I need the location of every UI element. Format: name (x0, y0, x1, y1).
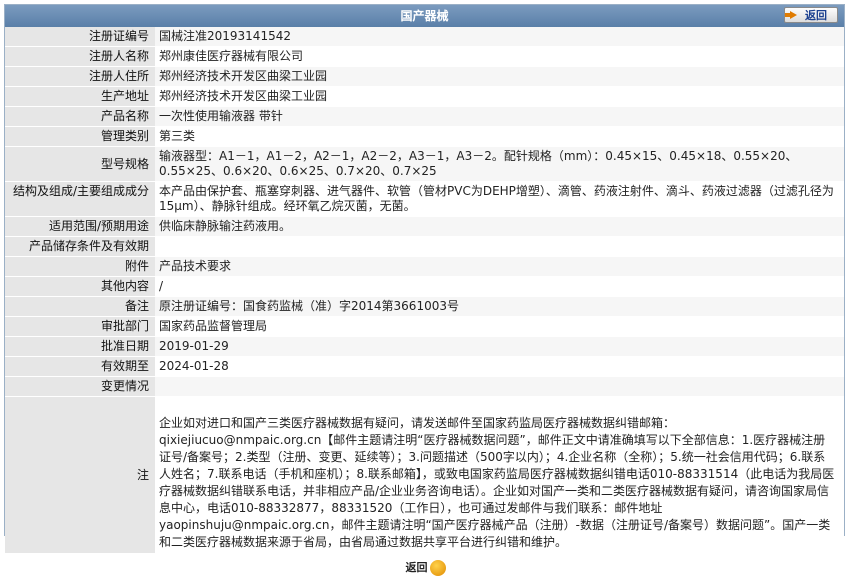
field-value: 本产品由保护套、瓶塞穿刺器、进气器件、软管（管材PVC为DEHP增塑）、滴管、药… (155, 181, 844, 217)
field-label: 附件 (5, 256, 155, 277)
field-value: 郑州经济技术开发区曲梁工业园 (155, 66, 844, 87)
field-value (155, 376, 844, 397)
field-value: 国家药品监督管理局 (155, 316, 844, 337)
back-circle-icon (429, 560, 446, 576)
field-value: 供临床静脉输注药液用。 (155, 216, 844, 237)
table-row: 注册人名称 郑州康佳医疗器械有限公司 (5, 46, 844, 67)
table-row: 批准日期 2019-01-29 (5, 336, 844, 357)
device-info-table: 注册证编号 国械注准20193141542 注册人名称 郑州康佳医疗器械有限公司 注… (5, 27, 844, 554)
table-row: 审批部门 国家药品监督管理局 (5, 316, 844, 337)
field-value: 2019-01-29 (155, 336, 844, 357)
field-label: 备注 (5, 296, 155, 317)
note-label: 注 (5, 396, 155, 554)
field-value: 第三类 (155, 126, 844, 147)
field-label: 生产地址 (5, 86, 155, 107)
back-button-label: 返回 (805, 9, 827, 22)
table-row: 生产地址 郑州经济技术开发区曲梁工业园 (5, 86, 844, 107)
field-label: 有效期至 (5, 356, 155, 377)
field-value: 郑州康佳医疗器械有限公司 (155, 46, 844, 67)
field-label: 变更情况 (5, 376, 155, 397)
field-label: 批准日期 (5, 336, 155, 357)
field-label: 注册人住所 (5, 66, 155, 87)
table-row: 型号规格 输液器型：A1－1，A1－2，A2－1，A2－2，A3－1，A3－2。配… (5, 146, 844, 182)
field-label: 注册证编号 (5, 27, 155, 47)
table-row: 附件 产品技术要求 (5, 256, 844, 277)
table-row: 变更情况 (5, 376, 844, 397)
field-label: 产品名称 (5, 106, 155, 127)
back-arrow-icon (785, 11, 797, 19)
page-title: 国产器械 (400, 9, 449, 23)
field-value: / (155, 276, 844, 297)
back-button-label: 返回 (405, 561, 428, 574)
table-row: 管理类别 第三类 (5, 126, 844, 147)
table-row: 适用范围/预期用途 供临床静脉输注药液用。 (5, 216, 844, 237)
field-label: 其他内容 (5, 276, 155, 297)
footer: 返回 (5, 554, 844, 578)
note-row: 注 企业如对进口和国产三类医疗器械数据有疑问，请发送邮件至国家药监局医疗器械数据… (5, 396, 844, 554)
field-value (155, 236, 844, 257)
field-label: 注册人名称 (5, 46, 155, 67)
field-label: 型号规格 (5, 146, 155, 182)
table-row: 结构及组成/主要组成成分 本产品由保护套、瓶塞穿刺器、进气器件、软管（管材PVC为… (5, 181, 844, 217)
field-label: 结构及组成/主要组成成分 (5, 181, 155, 217)
field-label: 适用范围/预期用途 (5, 216, 155, 237)
field-label: 管理类别 (5, 126, 155, 147)
back-button-bottom[interactable]: 返回 (404, 558, 446, 578)
table-row: 产品储存条件及有效期 (5, 236, 844, 257)
field-value: 输液器型：A1－1，A1－2，A2－1，A2－2，A3－1，A3－2。配针规格（… (155, 146, 844, 182)
table-row: 有效期至 2024-01-28 (5, 356, 844, 377)
table-row: 注册证编号 国械注准20193141542 (5, 27, 844, 47)
note-text: 企业如对进口和国产三类医疗器械数据有疑问，请发送邮件至国家药监局医疗器械数据纠错… (155, 396, 844, 554)
field-value: 郑州经济技术开发区曲梁工业园 (155, 86, 844, 107)
title-bar: 国产器械 返回 (5, 5, 844, 27)
field-value: 2024-01-28 (155, 356, 844, 377)
back-button-top[interactable]: 返回 (784, 7, 838, 23)
field-value: 国械注准20193141542 (155, 27, 844, 47)
field-value: 原注册证编号：国食药监械（准）字2014第3661003号 (155, 296, 844, 317)
table-row: 其他内容 / (5, 276, 844, 297)
table-row: 产品名称 一次性使用输液器 带针 (5, 106, 844, 127)
table-row: 注册人住所 郑州经济技术开发区曲梁工业园 (5, 66, 844, 87)
field-value: 一次性使用输液器 带针 (155, 106, 844, 127)
field-value: 产品技术要求 (155, 256, 844, 277)
detail-panel: 国产器械 返回 注册证编号 国械注准20193141542 注册人名称 郑州康佳医疗… (4, 4, 845, 576)
table-row: 备注 原注册证编号：国食药监械（准）字2014第3661003号 (5, 296, 844, 317)
field-label: 审批部门 (5, 316, 155, 337)
field-label: 产品储存条件及有效期 (5, 236, 155, 257)
